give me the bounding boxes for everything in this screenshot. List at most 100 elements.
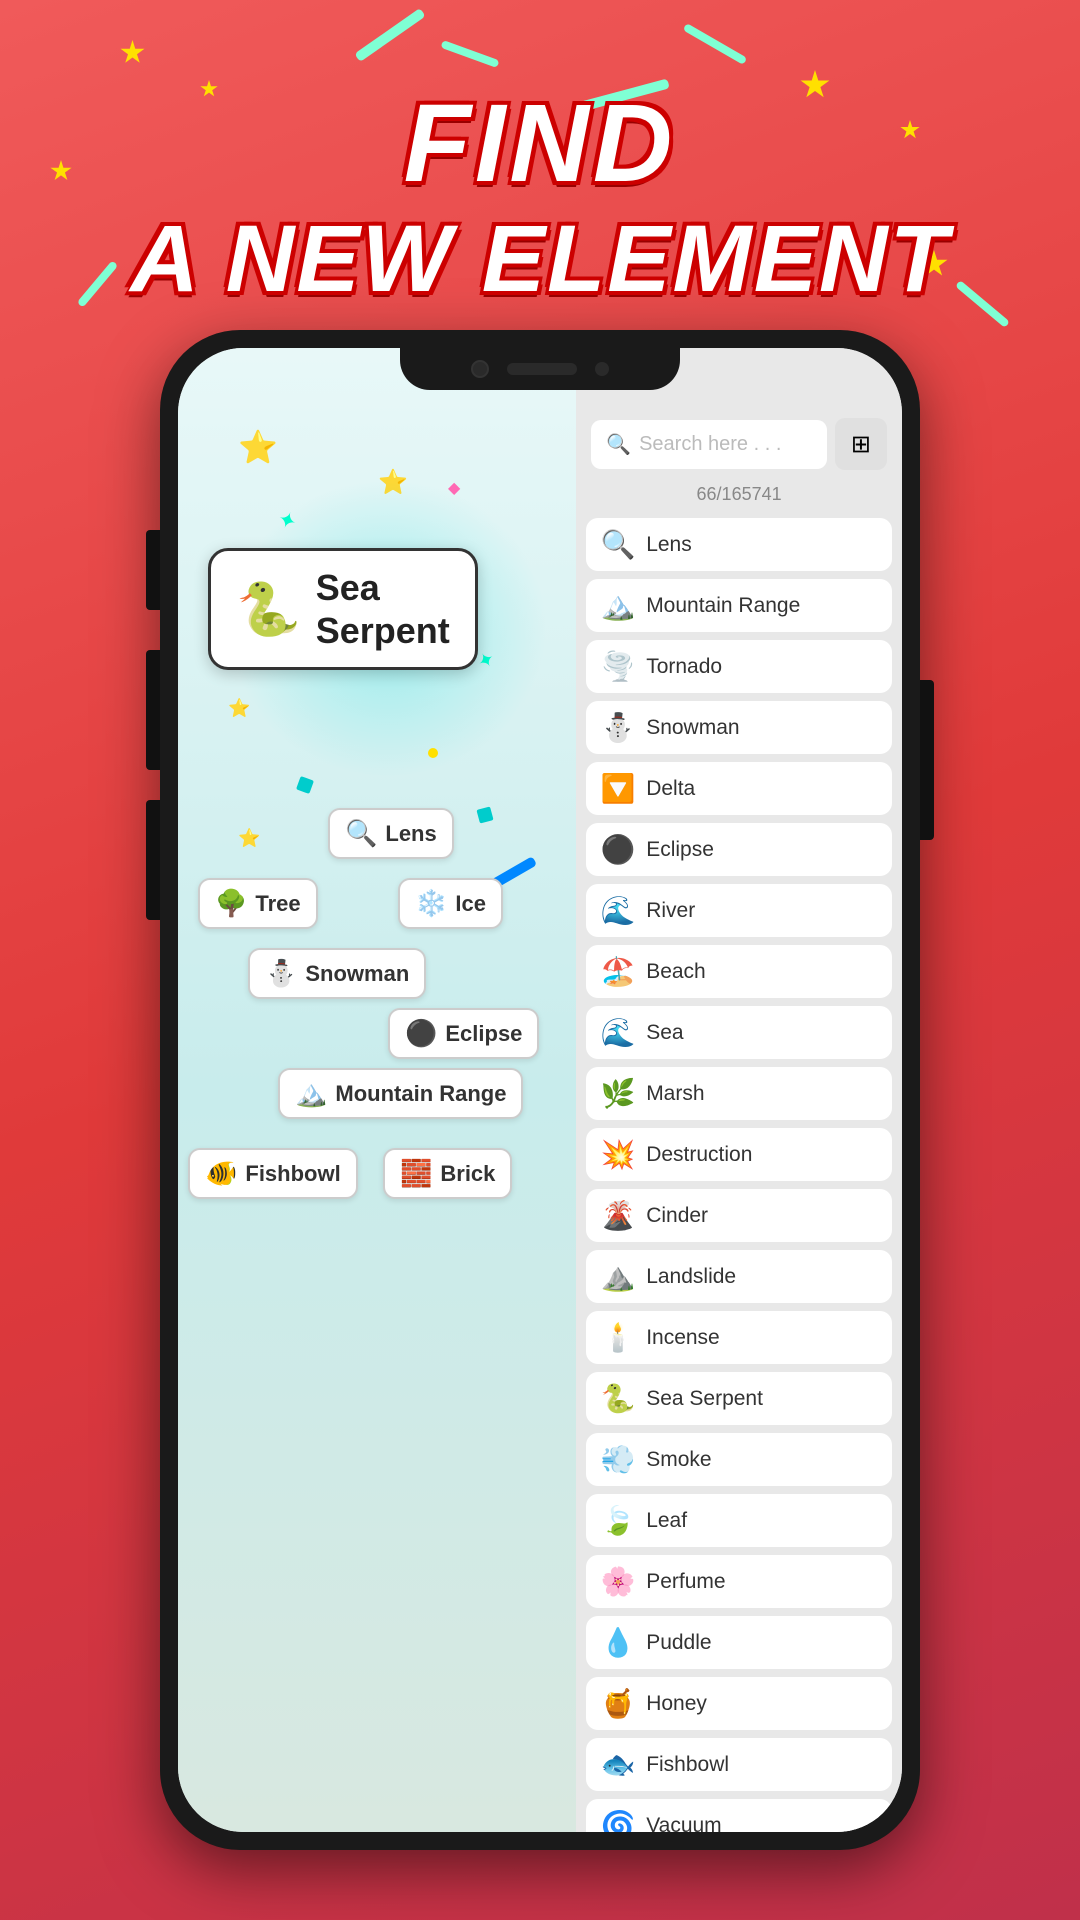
element-item-perfume[interactable]: 🌸 Perfume	[586, 1555, 892, 1608]
element-name: Lens	[646, 533, 692, 557]
element-emoji: 🌪️	[600, 650, 636, 683]
filter-button[interactable]: ⊞	[835, 418, 887, 470]
lens-emoji: 🔍	[345, 818, 377, 849]
element-emoji: 🍃	[600, 1504, 636, 1537]
element-emoji: ⚫	[600, 833, 636, 866]
element-emoji: 🐟	[600, 1748, 636, 1781]
element-item-vacuum[interactable]: 🌀 Vacuum	[586, 1799, 892, 1832]
node-ice[interactable]: ❄️ Ice	[398, 878, 503, 929]
elements-list[interactable]: 🔍 Lens 🏔️ Mountain Range 🌪️ Tornado ⛄ Sn…	[576, 513, 902, 1832]
element-name: Beach	[646, 960, 706, 984]
element-emoji: 🌀	[600, 1809, 636, 1832]
element-count: 66/165741	[576, 480, 902, 513]
element-item-tornado[interactable]: 🌪️ Tornado	[586, 640, 892, 693]
element-item-lens[interactable]: 🔍 Lens	[586, 518, 892, 571]
tree-label: Tree	[255, 891, 300, 917]
element-item-landslide[interactable]: ⛰️ Landslide	[586, 1250, 892, 1303]
element-emoji: 🕯️	[600, 1321, 636, 1354]
element-name: River	[646, 899, 695, 923]
brick-label: Brick	[440, 1161, 495, 1187]
node-mountain[interactable]: 🏔️ Mountain Range	[278, 1068, 523, 1119]
front-camera	[471, 360, 489, 378]
element-emoji: 🌊	[600, 894, 636, 927]
element-emoji: 🏔️	[600, 589, 636, 622]
element-name: Perfume	[646, 1570, 725, 1594]
element-emoji: 💥	[600, 1138, 636, 1171]
sea-serpent-popup: 🐍 SeaSerpent	[208, 548, 478, 670]
title-area: FIND A NEW ELEMENT	[0, 80, 1080, 312]
element-item-river[interactable]: 🌊 River	[586, 884, 892, 937]
element-item-leaf[interactable]: 🍃 Leaf	[586, 1494, 892, 1547]
deco-spark-2	[440, 50, 500, 58]
game-star-1: ⭐	[238, 428, 278, 466]
node-fishbowl[interactable]: 🐠 Fishbowl	[188, 1148, 358, 1199]
element-name: Destruction	[646, 1143, 752, 1167]
element-name: Smoke	[646, 1448, 711, 1472]
brick-emoji: 🧱	[400, 1158, 432, 1189]
ice-emoji: ❄️	[415, 888, 447, 919]
element-emoji: 🌊	[600, 1016, 636, 1049]
ice-label: Ice	[455, 891, 486, 917]
snowman-label: Snowman	[305, 961, 409, 987]
fishbowl-emoji: 🐠	[205, 1158, 237, 1189]
title-line1: FIND	[0, 80, 1080, 207]
node-lens[interactable]: 🔍 Lens	[328, 808, 454, 859]
element-item-honey[interactable]: 🍯 Honey	[586, 1677, 892, 1730]
search-placeholder: Search here . . .	[639, 433, 781, 456]
element-item-incense[interactable]: 🕯️ Incense	[586, 1311, 892, 1364]
title-line2: A NEW ELEMENT	[0, 207, 1080, 312]
element-name: Sea	[646, 1021, 683, 1045]
element-name: Incense	[646, 1326, 720, 1350]
notch-sensor	[507, 363, 577, 375]
element-item-beach[interactable]: 🏖️ Beach	[586, 945, 892, 998]
search-bar: 🔍 Search here . . . ⊞	[576, 408, 902, 480]
element-name: Tornado	[646, 655, 722, 679]
element-item-marsh[interactable]: 🌿 Marsh	[586, 1067, 892, 1120]
element-item-puddle[interactable]: 💧 Puddle	[586, 1616, 892, 1669]
phone-screen: ⭐ ⭐ ✦ ◆ ⭐ ✦ ⭐ 🐍 SeaSerpent ⭐ 🔍 Lens	[178, 348, 902, 1832]
element-item-snowman[interactable]: ⛄ Snowman	[586, 701, 892, 754]
element-emoji: 🌋	[600, 1199, 636, 1232]
element-emoji: ⛄	[600, 711, 636, 744]
element-name: Delta	[646, 777, 695, 801]
deco-spark-1	[350, 30, 430, 40]
search-icon: 🔍	[606, 432, 631, 457]
confetti-1	[296, 776, 314, 794]
element-item-eclipse[interactable]: ⚫ Eclipse	[586, 823, 892, 876]
element-name: Fishbowl	[646, 1753, 729, 1777]
element-item-sea-serpent[interactable]: 🐍 Sea Serpent	[586, 1372, 892, 1425]
element-item-sea[interactable]: 🌊 Sea	[586, 1006, 892, 1059]
mountain-label: Mountain Range	[335, 1081, 506, 1107]
eclipse-label: Eclipse	[445, 1021, 522, 1047]
node-eclipse[interactable]: ⚫ Eclipse	[388, 1008, 539, 1059]
element-name: Mountain Range	[646, 594, 800, 618]
element-name: Vacuum	[646, 1814, 721, 1833]
search-input-container[interactable]: 🔍 Search here . . .	[591, 420, 827, 469]
element-item-delta[interactable]: 🔽 Delta	[586, 762, 892, 815]
node-tree[interactable]: 🌳 Tree	[198, 878, 318, 929]
element-item-smoke[interactable]: 💨 Smoke	[586, 1433, 892, 1486]
element-item-fishbowl[interactable]: 🐟 Fishbowl	[586, 1738, 892, 1791]
notch-dot	[595, 362, 609, 376]
game-star-4: ⭐	[228, 698, 250, 719]
game-panel[interactable]: ⭐ ⭐ ✦ ◆ ⭐ ✦ ⭐ 🐍 SeaSerpent ⭐ 🔍 Lens	[178, 348, 576, 1832]
element-emoji: 🌿	[600, 1077, 636, 1110]
fishbowl-label: Fishbowl	[245, 1161, 340, 1187]
tree-emoji: 🌳	[215, 888, 247, 919]
element-emoji: 🏖️	[600, 955, 636, 988]
node-brick[interactable]: 🧱 Brick	[383, 1148, 512, 1199]
element-name: Puddle	[646, 1631, 711, 1655]
element-item-destruction[interactable]: 💥 Destruction	[586, 1128, 892, 1181]
element-item-cinder[interactable]: 🌋 Cinder	[586, 1189, 892, 1242]
element-item-mountain-range[interactable]: 🏔️ Mountain Range	[586, 579, 892, 632]
deco-spark-4	[680, 40, 750, 48]
element-emoji: 🔍	[600, 528, 636, 561]
element-emoji: 💨	[600, 1443, 636, 1476]
elements-panel: 🔍 Search here . . . ⊞ 66/165741 🔍 Lens 🏔…	[576, 348, 902, 1832]
element-emoji: 🔽	[600, 772, 636, 805]
notch	[400, 348, 680, 390]
node-snowman[interactable]: ⛄ Snowman	[248, 948, 426, 999]
confetti-2	[476, 806, 493, 823]
element-emoji: 🌸	[600, 1565, 636, 1598]
element-name: Snowman	[646, 716, 739, 740]
